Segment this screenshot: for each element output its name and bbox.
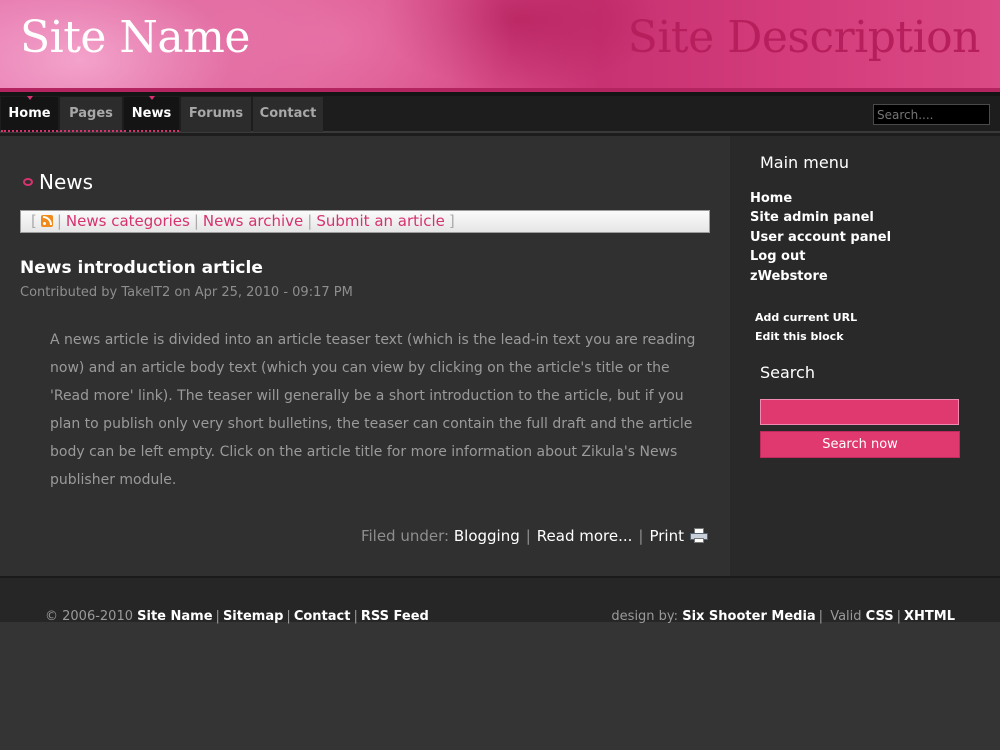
menu-item-home[interactable]: Home [750, 191, 792, 206]
search-now-button[interactable]: Search now [760, 431, 960, 458]
footer-contact-link[interactable]: Contact [294, 609, 351, 624]
page-title-text: News [39, 170, 94, 194]
nav-item-news[interactable]: News [124, 96, 179, 132]
footer-right: design by: Six Shooter Media | Valid CSS |… [611, 609, 955, 624]
search-input[interactable] [873, 104, 990, 125]
nav-item-label: Contact [259, 106, 317, 121]
menu-item-zwebstore[interactable]: zWebstore [750, 269, 828, 284]
nav-item-label: Home [8, 106, 51, 121]
nav-item-contact[interactable]: Contact [253, 97, 323, 132]
read-more-link[interactable]: Read more... [537, 527, 633, 545]
footer-site-name-link[interactable]: Site Name [137, 609, 212, 624]
add-current-url-link[interactable]: Add current URL [755, 311, 857, 324]
copyright-text: © 2006-2010 [45, 609, 133, 624]
news-archive-link[interactable]: News archive [203, 212, 303, 230]
site-name[interactable]: Site Name [20, 12, 250, 63]
news-categories-link[interactable]: News categories [66, 212, 190, 230]
bullet-icon [23, 178, 33, 186]
design-by-label: design by: [611, 609, 679, 624]
valid-label: Valid [830, 609, 862, 624]
sidebar-search-input[interactable] [760, 399, 959, 425]
nav-item-home[interactable]: Home [1, 96, 58, 132]
nav-item-forums[interactable]: Forums [181, 97, 251, 132]
menu-item-log-out[interactable]: Log out [750, 249, 805, 264]
search-block-title: Search [760, 363, 815, 382]
site-header: Site Name Site Description [0, 0, 1000, 92]
edit-block-link[interactable]: Edit this block [755, 330, 844, 343]
nav-item-label: News [131, 106, 172, 121]
article-title[interactable]: News introduction article [20, 258, 263, 278]
nav-item-label: Pages [69, 106, 113, 121]
menu-item-user-account[interactable]: User account panel [750, 230, 891, 245]
submit-article-link[interactable]: Submit an article [316, 212, 445, 230]
valid-xhtml-link[interactable]: XHTML [904, 609, 955, 624]
print-link[interactable]: Print [649, 527, 684, 545]
news-link-bar: [| News categories | News archive | Submit an… [20, 210, 710, 233]
valid-css-link[interactable]: CSS [866, 609, 894, 624]
nav-item-label: Forums [188, 106, 244, 121]
designer-link[interactable]: Six Shooter Media [682, 609, 815, 624]
article-teaser: A news article is divided into an articl… [50, 332, 696, 488]
footer-sitemap-link[interactable]: Sitemap [223, 609, 283, 624]
nav-item-pages[interactable]: Pages [60, 97, 122, 132]
printer-icon[interactable] [690, 528, 708, 543]
main-menu-title: Main menu [760, 153, 849, 172]
main-nav: Home Pages News Forums Contact [0, 92, 1000, 136]
filed-under-label: Filed under: [360, 527, 450, 545]
article-meta: Contributed by TakeIT2 on Apr 25, 2010 -… [20, 285, 353, 300]
menu-item-site-admin[interactable]: Site admin panel [750, 210, 874, 225]
footer-left: © 2006-2010 Site Name | Sitemap | Contact | RS… [45, 609, 429, 624]
site-description: Site Description [627, 12, 981, 63]
category-link[interactable]: Blogging [454, 527, 520, 545]
rss-icon[interactable] [40, 215, 53, 227]
footer-rss-link[interactable]: RSS Feed [361, 609, 429, 624]
article-footer: Filed under: Blogging | Read more... | Print [361, 527, 708, 545]
